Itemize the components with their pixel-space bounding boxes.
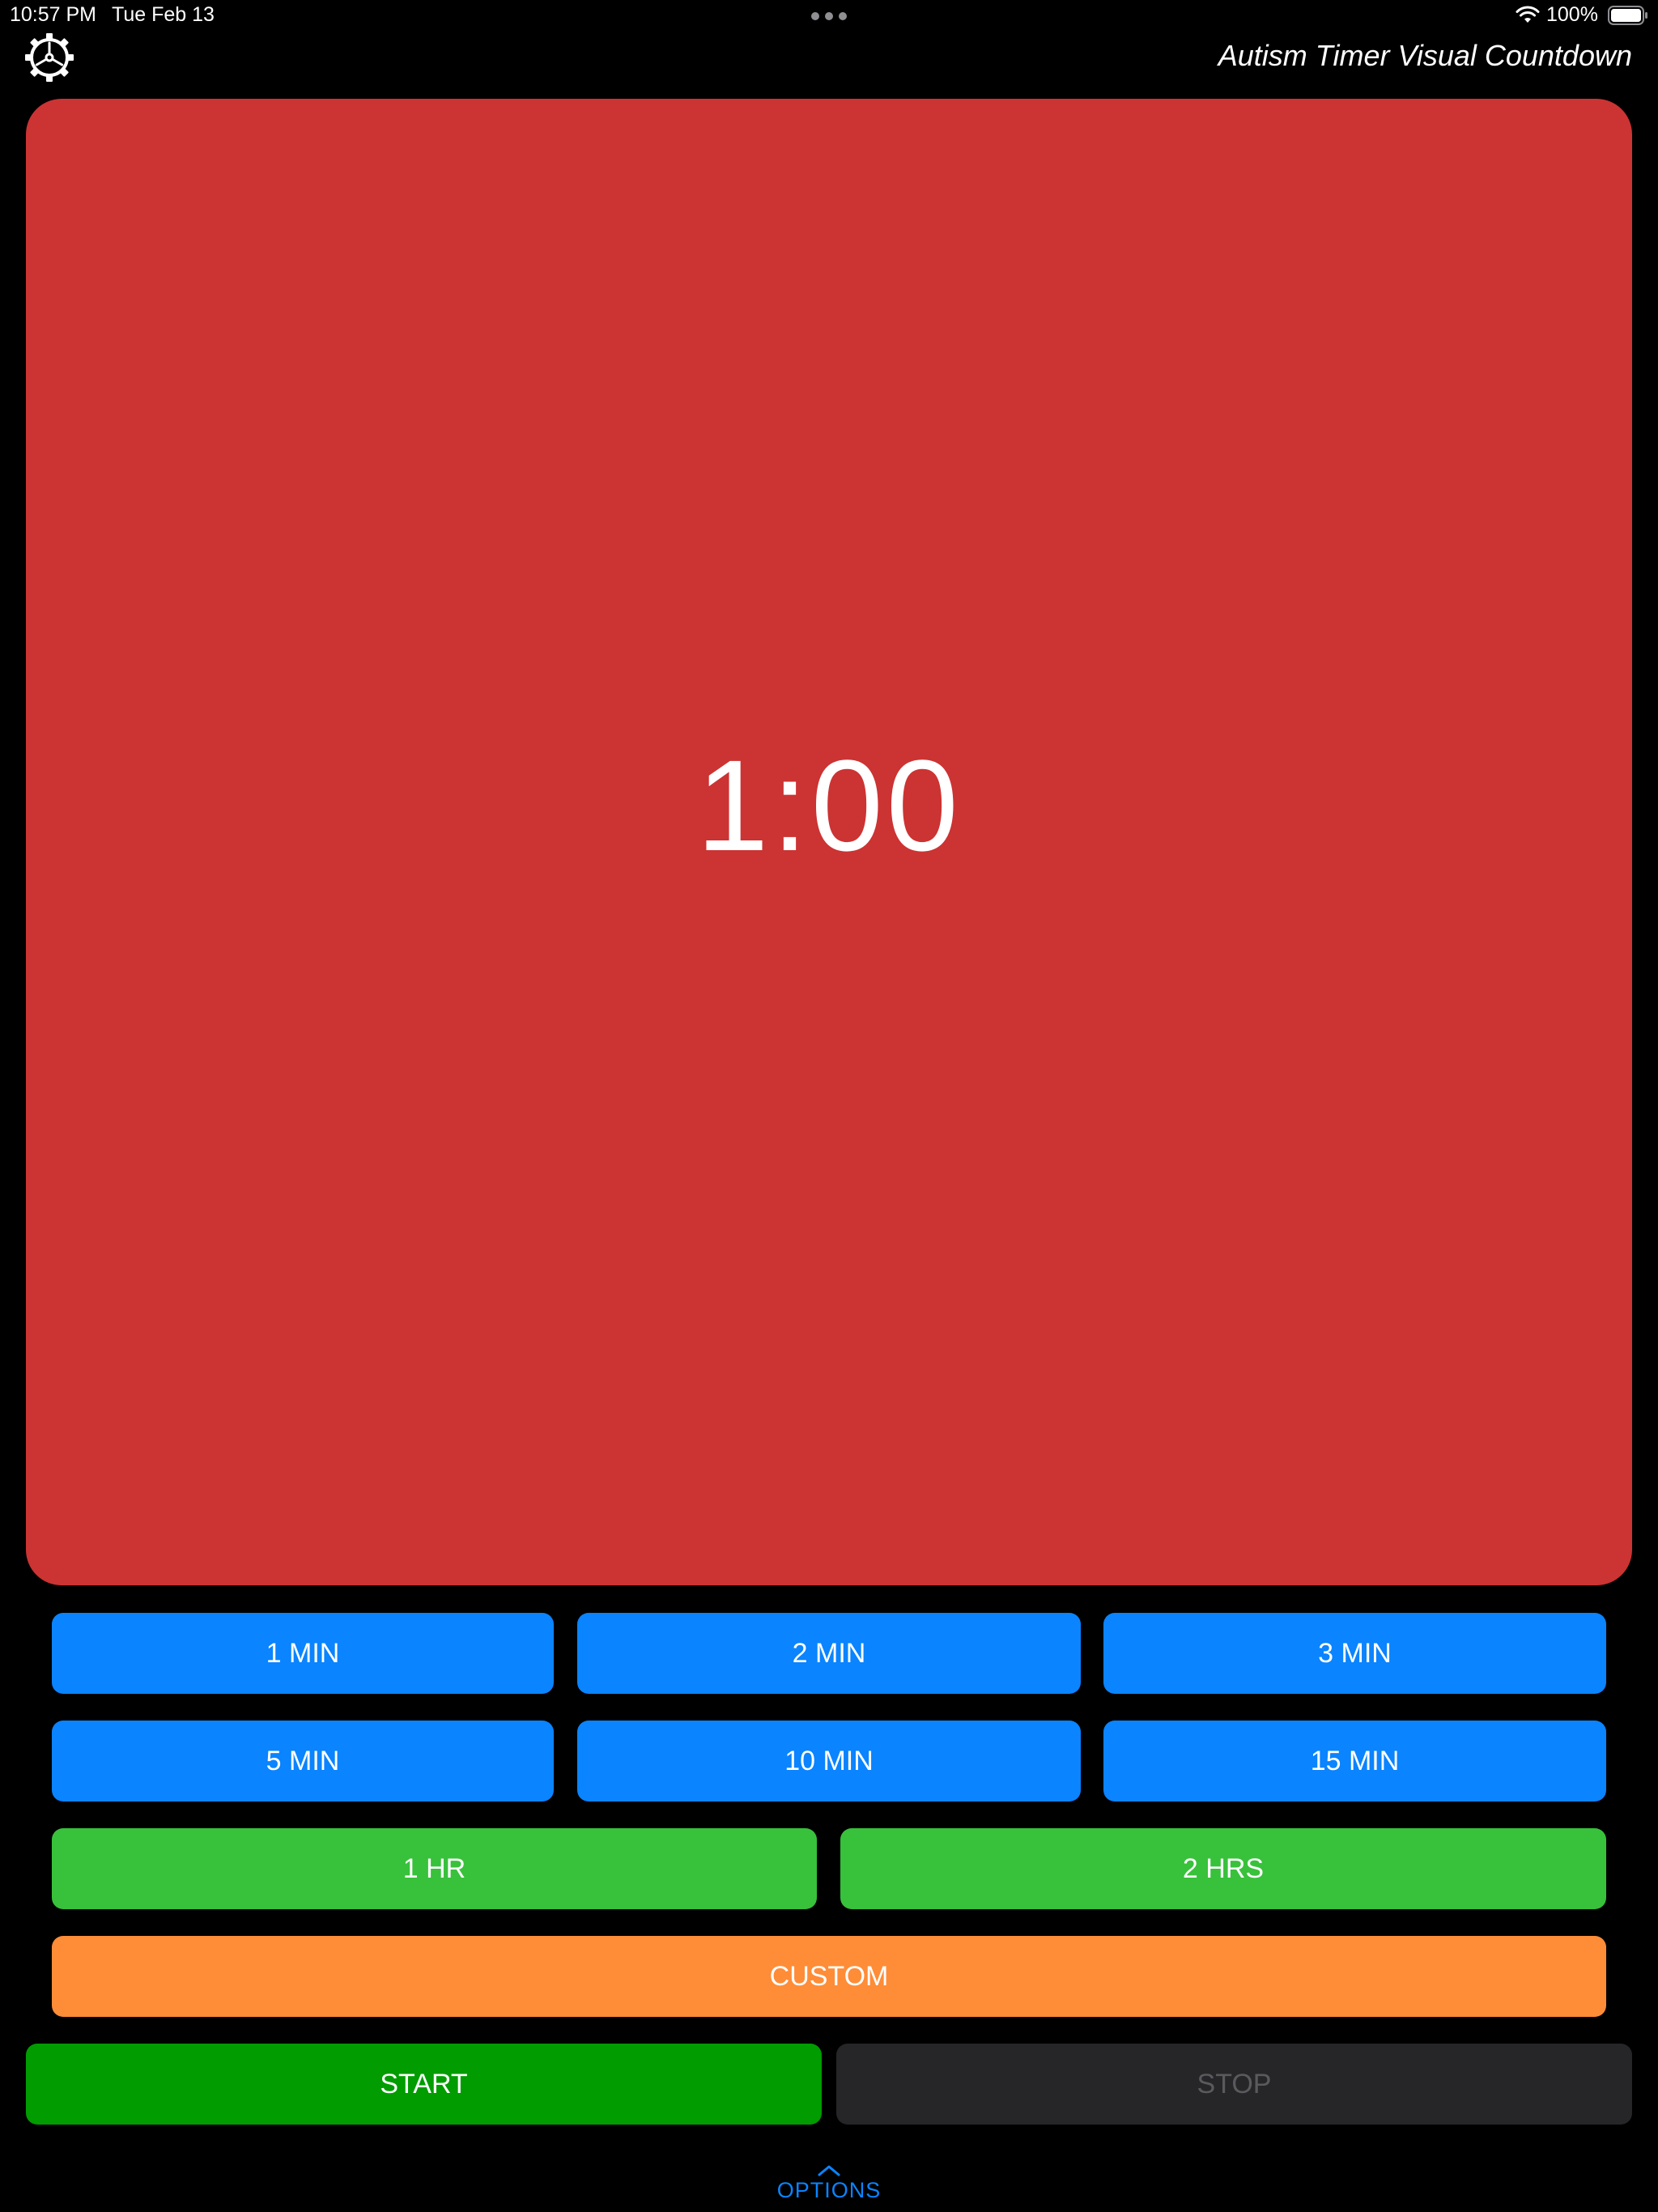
timer-display: 1:00 xyxy=(26,99,1632,1585)
chevron-up-icon xyxy=(818,2165,840,2176)
custom-button[interactable]: CUSTOM xyxy=(52,1936,1606,2017)
preset-15-min-button[interactable]: 15 MIN xyxy=(1103,1721,1606,1802)
status-time: 10:57 PM xyxy=(10,3,97,26)
options-label: OPTIONS xyxy=(776,2178,882,2202)
preset-1-min-button[interactable]: 1 MIN xyxy=(52,1613,554,1694)
status-date: Tue Feb 13 xyxy=(112,3,215,26)
preset-3-min-button[interactable]: 3 MIN xyxy=(1103,1613,1606,1694)
status-bar: 10:57 PM Tue Feb 13 100% xyxy=(0,0,1658,32)
wifi-icon xyxy=(1516,6,1540,23)
preset-2-min-button[interactable]: 2 MIN xyxy=(577,1613,1081,1694)
battery-percent: 100% xyxy=(1546,3,1598,26)
settings-gear-icon[interactable] xyxy=(23,31,76,84)
preset-5-min-button[interactable]: 5 MIN xyxy=(52,1721,554,1802)
preset-2-hrs-button[interactable]: 2 HRS xyxy=(840,1828,1606,1909)
battery-icon xyxy=(1608,6,1647,25)
timer-value: 1:00 xyxy=(696,733,962,878)
multitasking-dots-icon[interactable] xyxy=(811,11,847,21)
stop-button[interactable]: STOP xyxy=(836,2044,1632,2125)
preset-10-min-button[interactable]: 10 MIN xyxy=(577,1721,1081,1802)
start-button[interactable]: START xyxy=(26,2044,822,2125)
app-title: Autism Timer Visual Countdown xyxy=(1218,39,1632,72)
preset-1-hr-button[interactable]: 1 HR xyxy=(52,1828,817,1909)
options-toggle[interactable]: OPTIONS xyxy=(764,2163,894,2212)
